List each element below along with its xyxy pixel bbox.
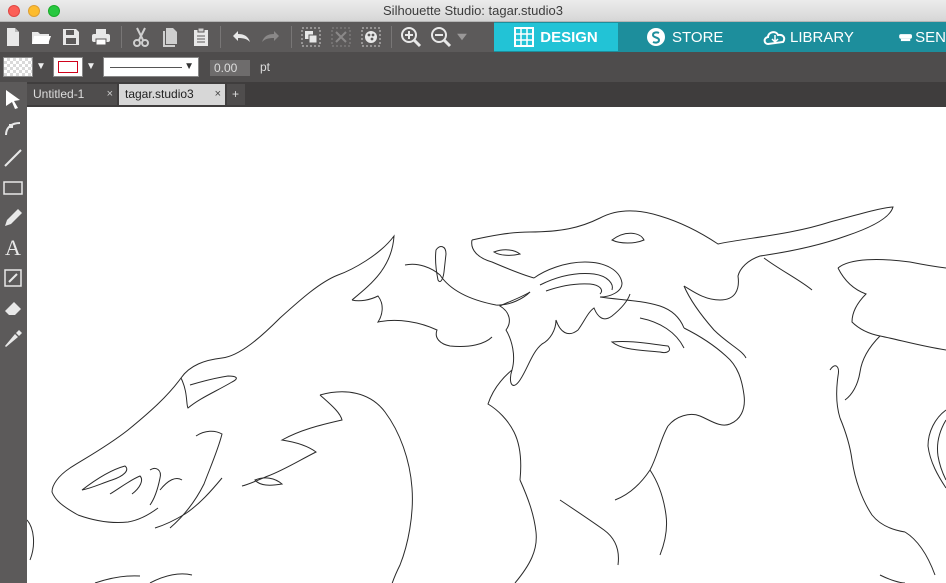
tab-design[interactable]: DESIGN — [494, 23, 618, 51]
tab-design-label: DESIGN — [540, 28, 598, 46]
line-options-bar: ▼ ▼ ▼ 0.00 pt — [0, 52, 946, 82]
draw-pencil-icon[interactable] — [1, 205, 25, 231]
edit-points-icon[interactable] — [1, 115, 25, 141]
zoom-dropdown-icon[interactable] — [453, 25, 471, 49]
cut-panel-icon[interactable] — [1, 265, 25, 291]
text-icon[interactable]: A — [1, 235, 25, 261]
save-icon[interactable] — [59, 25, 83, 49]
tab-send[interactable]: SEN — [898, 23, 946, 51]
line-style-select[interactable]: ▼ — [103, 57, 199, 77]
close-tab-icon[interactable]: × — [215, 84, 221, 105]
group-icon[interactable] — [299, 25, 323, 49]
line-width-unit: pt — [260, 60, 271, 74]
zoom-in-icon[interactable] — [399, 25, 423, 49]
undo-icon[interactable] — [229, 25, 253, 49]
cutter-machine-icon — [899, 34, 912, 42]
doc-tab-label: Untitled-1 — [33, 87, 85, 101]
tab-store[interactable]: STORE — [646, 23, 723, 51]
add-tab-button[interactable]: + — [227, 84, 245, 105]
line-width-field[interactable]: 0.00 — [210, 60, 250, 76]
tab-library-label: LIBRARY — [790, 28, 854, 46]
tab-library[interactable]: LIBRARY — [762, 23, 854, 51]
paste-icon[interactable] — [189, 25, 213, 49]
fill-color-dropdown-icon[interactable]: ▼ — [36, 61, 46, 72]
cut-icon[interactable] — [129, 25, 153, 49]
zoom-out-icon[interactable] — [429, 25, 453, 49]
doc-tab-untitled[interactable]: Untitled-1 × — [27, 84, 117, 105]
copy-icon[interactable] — [159, 25, 183, 49]
line-color-swatch[interactable] — [53, 57, 83, 77]
redo-icon[interactable] — [259, 25, 283, 49]
design-canvas[interactable] — [27, 107, 946, 583]
doc-tab-label: tagar.studio3 — [125, 87, 194, 101]
tab-send-label: SEN — [915, 28, 946, 46]
cloud-icon — [763, 31, 786, 46]
store-s-icon — [647, 28, 665, 46]
dragon-cut-design — [27, 206, 946, 583]
close-tab-icon[interactable]: × — [107, 84, 113, 105]
fill-palette-icon[interactable] — [359, 25, 383, 49]
open-folder-icon[interactable] — [29, 25, 53, 49]
document-tab-bar: Untitled-1 × tagar.studio3 × + — [27, 82, 946, 107]
eraser-icon[interactable] — [1, 295, 25, 321]
line-icon[interactable] — [1, 145, 25, 171]
print-icon[interactable] — [89, 25, 113, 49]
tools-sidebar: A — [0, 82, 27, 583]
design-grid-icon — [514, 27, 535, 47]
ungroup-icon[interactable] — [329, 25, 353, 49]
title-bar: Silhouette Studio: tagar.studio3 — [0, 0, 946, 22]
window-title: Silhouette Studio: tagar.studio3 — [383, 3, 563, 18]
select-icon[interactable] — [1, 86, 25, 112]
rectangle-icon[interactable] — [1, 175, 25, 201]
new-document-icon[interactable] — [1, 25, 25, 49]
line-color-dropdown-icon[interactable]: ▼ — [86, 61, 96, 72]
knife-icon[interactable] — [1, 325, 25, 351]
doc-tab-tagar[interactable]: tagar.studio3 × — [119, 84, 225, 105]
fill-color-swatch[interactable] — [3, 57, 33, 77]
tab-store-label: STORE — [672, 28, 724, 46]
